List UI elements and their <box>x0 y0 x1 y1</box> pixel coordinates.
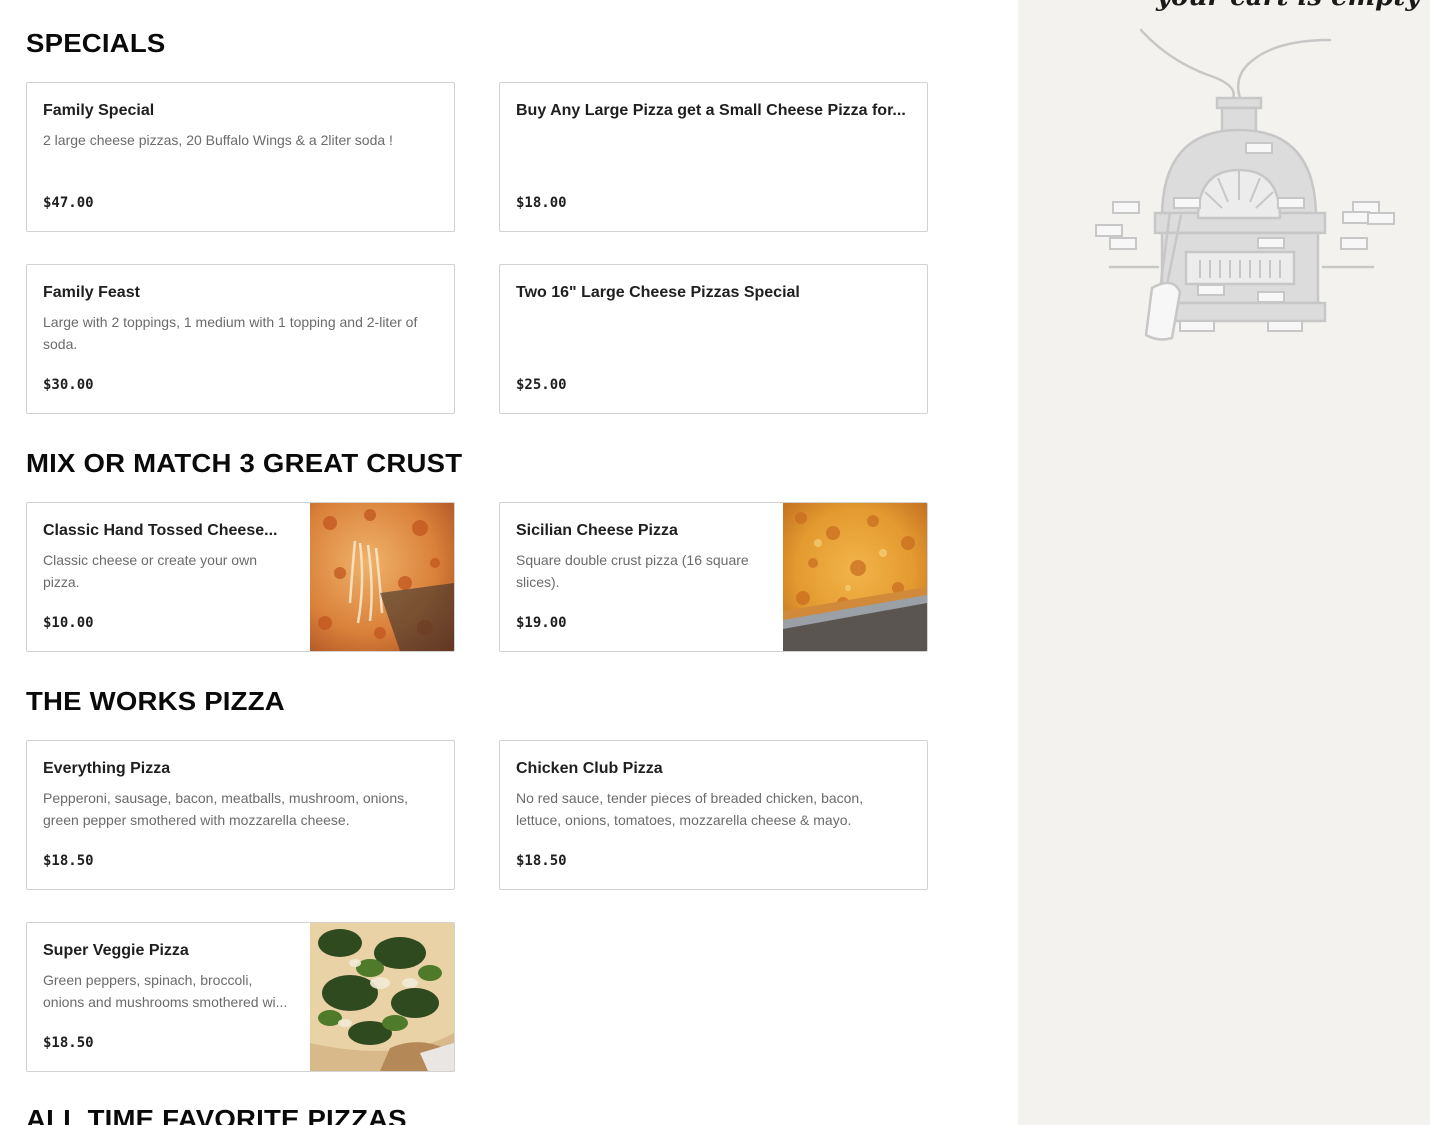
menu-item-description: Green peppers, spinach, broccoli, onions… <box>43 972 288 1010</box>
menu-item-name: Two 16" Large Cheese Pizzas Special <box>516 284 800 301</box>
cart-empty-message: your cart is empty <box>1156 0 1420 12</box>
section-title-the-works: THE WORKS PIZZA <box>26 686 285 716</box>
menu-item-card[interactable]: Family Feast Large with 2 toppings, 1 me… <box>26 264 455 414</box>
menu-item-description: No red sauce, tender pieces of breaded c… <box>516 790 864 828</box>
section-title-specials: SPECIALS <box>26 28 166 58</box>
menu-item-photo <box>783 503 927 651</box>
menu-item-price: $18.50 <box>516 853 567 869</box>
menu-item-price: $18.50 <box>43 853 94 869</box>
menu-item-card[interactable]: Super Veggie Pizza Green peppers, spinac… <box>26 922 455 1072</box>
menu-item-description: Square double crust pizza (16 square sli… <box>516 552 749 590</box>
menu-item-description: Pepperoni, sausage, bacon, meatballs, mu… <box>43 790 408 828</box>
menu-item-card[interactable]: Two 16" Large Cheese Pizzas Special $25.… <box>499 264 928 414</box>
menu-item-price: $30.00 <box>43 377 94 393</box>
menu-item-name: Chicken Club Pizza <box>516 760 663 777</box>
menu-item-name: Buy Any Large Pizza get a Small Cheese P… <box>516 102 906 119</box>
menu-item-price: $10.00 <box>43 615 94 631</box>
menu-item-card[interactable]: Everything Pizza Pepperoni, sausage, bac… <box>26 740 455 890</box>
menu-item-card[interactable]: Chicken Club Pizza No red sauce, tender … <box>499 740 928 890</box>
pizza-oven-illustration <box>1088 20 1408 350</box>
menu-item-card[interactable]: Sicilian Cheese Pizza Square double crus… <box>499 502 928 652</box>
menu-item-price: $25.00 <box>516 377 567 393</box>
menu-item-name: Classic Hand Tossed Cheese... <box>43 522 278 539</box>
menu-item-description: Large with 2 toppings, 1 medium with 1 t… <box>43 314 418 352</box>
menu-item-name: Super Veggie Pizza <box>43 942 189 959</box>
menu-item-price: $18.00 <box>516 195 567 211</box>
section-title-all-time-favorite: ALL TIME FAVORITE PIZZAS <box>26 1104 407 1125</box>
menu-item-card[interactable]: Family Special 2 large cheese pizzas, 20… <box>26 82 455 232</box>
section-title-mix-or-match: MIX OR MATCH 3 GREAT CRUST <box>26 448 463 478</box>
menu-item-price: $19.00 <box>516 615 567 631</box>
menu-item-price: $47.00 <box>43 195 94 211</box>
menu-item-name: Sicilian Cheese Pizza <box>516 522 678 539</box>
menu-item-description: Classic cheese or create your own pizza. <box>43 552 257 590</box>
menu-item-price: $18.50 <box>43 1035 94 1051</box>
menu-item-card[interactable]: Buy Any Large Pizza get a Small Cheese P… <box>499 82 928 232</box>
menu-item-photo <box>310 503 454 651</box>
menu-panel: SPECIALS Family Special 2 large cheese p… <box>0 0 1018 1125</box>
cart-panel: your cart is empty <box>1018 0 1430 1125</box>
menu-item-photo <box>310 923 454 1071</box>
menu-item-card[interactable]: Classic Hand Tossed Cheese... Classic ch… <box>26 502 455 652</box>
menu-item-name: Family Special <box>43 102 155 119</box>
menu-item-name: Everything Pizza <box>43 760 171 777</box>
menu-item-name: Family Feast <box>43 284 140 301</box>
menu-item-description: 2 large cheese pizzas, 20 Buffalo Wings … <box>43 132 393 148</box>
